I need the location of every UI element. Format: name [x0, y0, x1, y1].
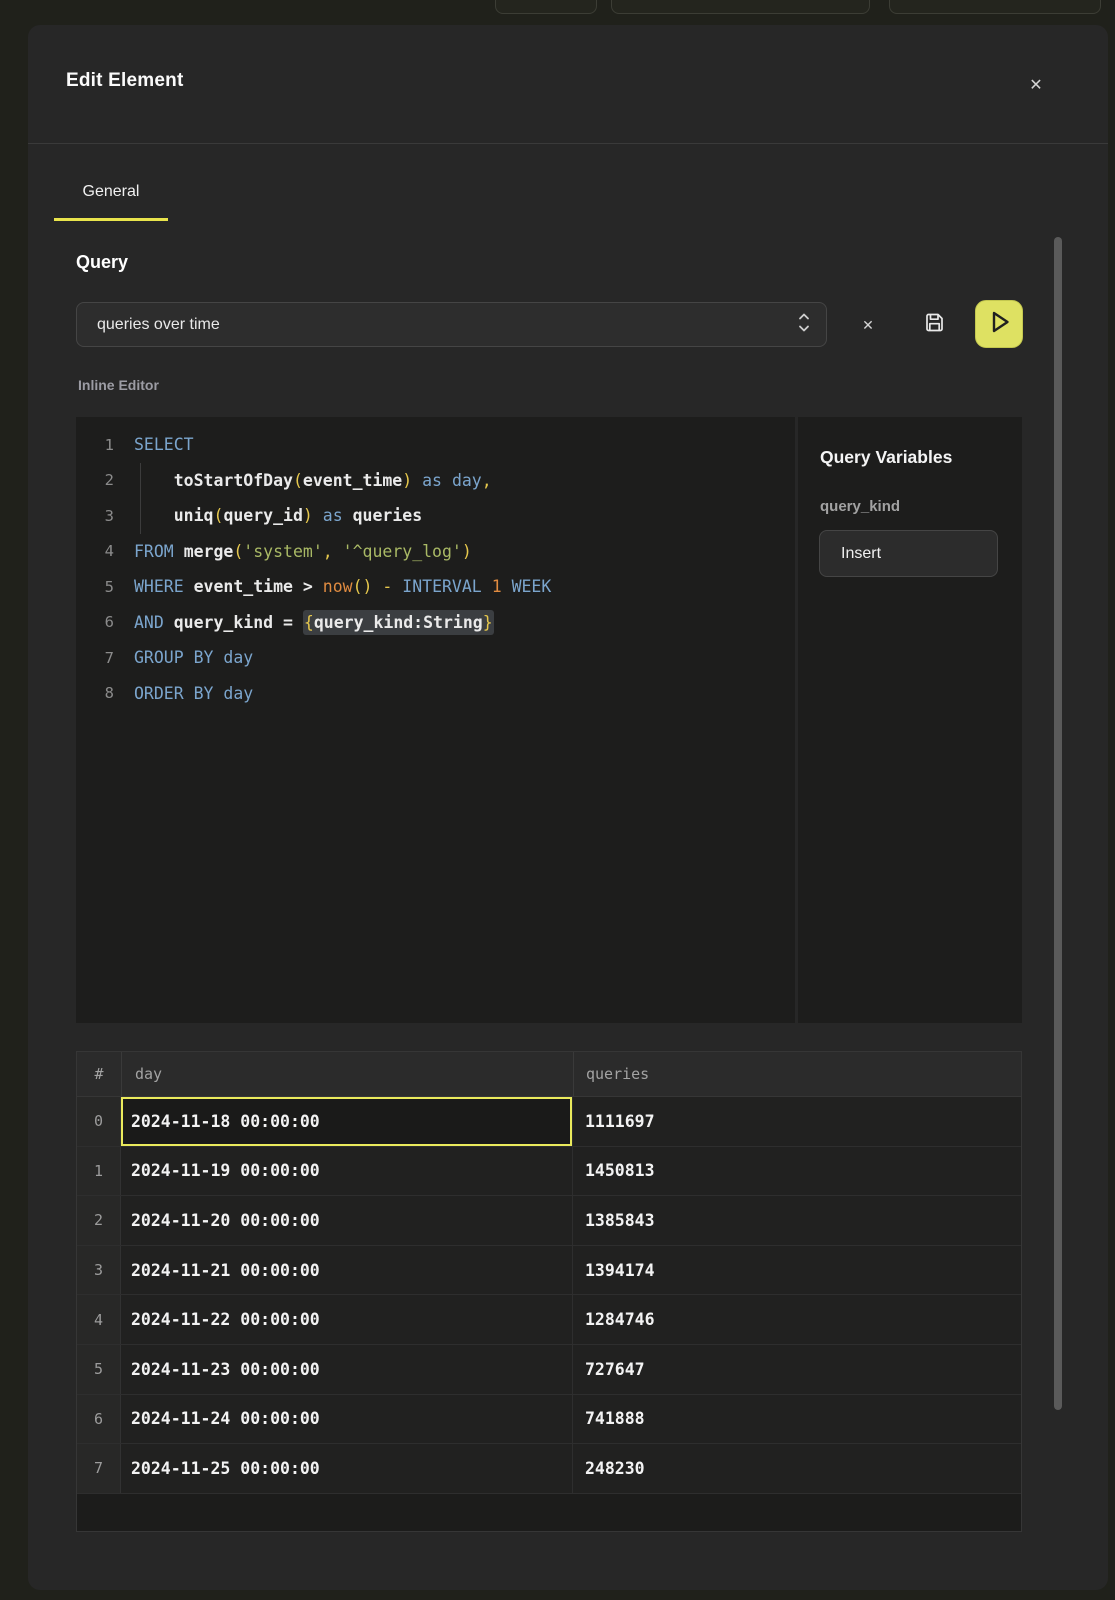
play-icon [975, 298, 1023, 351]
cell-queries[interactable]: 1111697 [573, 1097, 1021, 1146]
query-variable-token: {query_kind:String} [303, 610, 494, 635]
save-icon [924, 312, 945, 338]
line-number: 3 [76, 507, 114, 525]
table-row: 42024-11-22 00:00:001284746 [77, 1295, 1021, 1345]
code-text: uniq(query_id) as queries [114, 506, 422, 525]
line-number: 2 [76, 471, 114, 489]
tab-label: General [83, 183, 140, 200]
cell-day[interactable]: 2024-11-18 00:00:00 [121, 1097, 573, 1146]
cell-queries[interactable]: 741888 [573, 1395, 1021, 1444]
line-number: 5 [76, 578, 114, 596]
code-lines: 1SELECT2 toStartOfDay(event_time) as day… [76, 427, 795, 711]
code-text: toStartOfDay(event_time) as day, [114, 471, 492, 490]
code-line[interactable]: 6AND query_kind = {query_kind:String} [76, 605, 795, 641]
screen: Edit Element ✕ General Query queries ove… [0, 0, 1115, 1600]
background-button [611, 0, 870, 14]
clear-icon: ✕ [862, 317, 874, 334]
code-text: WHERE event_time > now() - INTERVAL 1 WE… [114, 577, 551, 596]
background-button [889, 0, 1101, 14]
cell-queries[interactable]: 1394174 [573, 1246, 1021, 1295]
code-text: ORDER BY day [114, 684, 253, 703]
sql-editor[interactable]: 1SELECT2 toStartOfDay(event_time) as day… [76, 417, 795, 1023]
cell-queries[interactable]: 727647 [573, 1345, 1021, 1394]
cell-day[interactable]: 2024-11-23 00:00:00 [121, 1345, 573, 1394]
indent-guide [140, 463, 141, 534]
query-select-value: queries over time [97, 316, 220, 334]
code-line[interactable]: 8ORDER BY day [76, 676, 795, 712]
edit-element-modal: Edit Element ✕ General Query queries ove… [28, 25, 1108, 1590]
code-line[interactable]: 2 toStartOfDay(event_time) as day, [76, 463, 795, 499]
table-row: 12024-11-19 00:00:001450813 [77, 1147, 1021, 1197]
code-text: GROUP BY day [114, 648, 253, 667]
chevron-updown-icon [798, 311, 810, 338]
cell-day[interactable]: 2024-11-25 00:00:00 [121, 1444, 573, 1493]
query-variables-heading: Query Variables [820, 447, 952, 468]
column-header-queries: queries [573, 1052, 1021, 1096]
column-header-index: # [77, 1065, 121, 1083]
row-index: 6 [77, 1395, 121, 1444]
insert-button-label: Insert [841, 545, 881, 563]
cell-queries[interactable]: 1450813 [573, 1147, 1021, 1196]
tab-general[interactable]: General [54, 183, 168, 221]
code-text: AND query_kind = {query_kind:String} [114, 613, 494, 632]
close-icon: ✕ [1029, 75, 1042, 95]
code-line[interactable]: 7GROUP BY day [76, 640, 795, 676]
line-number: 4 [76, 542, 114, 560]
inline-editor-label: Inline Editor [78, 377, 159, 393]
cell-queries[interactable]: 248230 [573, 1444, 1021, 1493]
insert-variable-button[interactable]: Insert [819, 530, 998, 577]
code-line[interactable]: 3 uniq(query_id) as queries [76, 498, 795, 534]
row-index: 0 [77, 1097, 121, 1146]
results-table-header: # day queries [77, 1052, 1021, 1097]
cell-day[interactable]: 2024-11-22 00:00:00 [121, 1295, 573, 1344]
row-index: 7 [77, 1444, 121, 1493]
line-number: 7 [76, 649, 114, 667]
code-text: SELECT [114, 435, 194, 454]
cell-day[interactable]: 2024-11-24 00:00:00 [121, 1395, 573, 1444]
line-number: 1 [76, 436, 114, 454]
line-number: 6 [76, 613, 114, 631]
row-index: 2 [77, 1196, 121, 1245]
cell-queries[interactable]: 1385843 [573, 1196, 1021, 1245]
query-section-heading: Query [76, 252, 128, 273]
table-row: 02024-11-18 00:00:001111697 [77, 1097, 1021, 1147]
code-line[interactable]: 5WHERE event_time > now() - INTERVAL 1 W… [76, 569, 795, 605]
query-select[interactable]: queries over time [76, 302, 827, 347]
modal-scrollbar[interactable] [1054, 237, 1062, 1410]
close-button[interactable]: ✕ [1022, 71, 1050, 99]
table-row: 62024-11-24 00:00:00741888 [77, 1395, 1021, 1445]
table-row: 22024-11-20 00:00:001385843 [77, 1196, 1021, 1246]
modal-title: Edit Element [66, 70, 183, 92]
row-index: 4 [77, 1295, 121, 1344]
row-index: 1 [77, 1147, 121, 1196]
run-query-button[interactable] [975, 300, 1023, 348]
row-index: 5 [77, 1345, 121, 1394]
code-text: FROM merge('system', '^query_log') [114, 542, 472, 561]
query-variables-panel: Query Variables query_kind Insert [798, 417, 1022, 1023]
code-line[interactable]: 4FROM merge('system', '^query_log') [76, 534, 795, 570]
cell-day[interactable]: 2024-11-20 00:00:00 [121, 1196, 573, 1245]
variable-name-label: query_kind [820, 498, 900, 515]
header-divider [28, 143, 1108, 144]
table-row: 52024-11-23 00:00:00727647 [77, 1345, 1021, 1395]
cell-day[interactable]: 2024-11-21 00:00:00 [121, 1246, 573, 1295]
results-table-body: 02024-11-18 00:00:00111169712024-11-19 0… [77, 1097, 1021, 1494]
line-number: 8 [76, 684, 114, 702]
cell-day[interactable]: 2024-11-19 00:00:00 [121, 1147, 573, 1196]
results-table: # day queries 02024-11-18 00:00:00111169… [76, 1051, 1022, 1532]
table-row: 32024-11-21 00:00:001394174 [77, 1246, 1021, 1296]
inline-editor: 1SELECT2 toStartOfDay(event_time) as day… [76, 417, 1022, 1023]
save-query-button[interactable] [920, 311, 948, 339]
row-index: 3 [77, 1246, 121, 1295]
column-header-day: day [121, 1052, 573, 1096]
code-line[interactable]: 1SELECT [76, 427, 795, 463]
clear-query-button[interactable]: ✕ [854, 311, 882, 339]
table-row: 72024-11-25 00:00:00248230 [77, 1444, 1021, 1494]
cell-queries[interactable]: 1284746 [573, 1295, 1021, 1344]
background-button [495, 0, 597, 14]
